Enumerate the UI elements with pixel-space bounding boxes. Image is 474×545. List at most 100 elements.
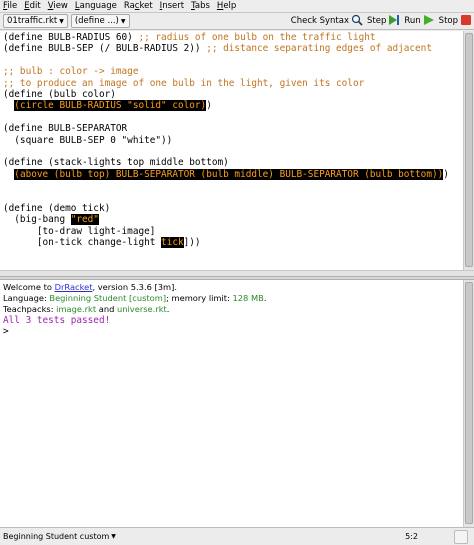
menu-insert[interactable]: Insert	[160, 1, 184, 11]
language-prefix: Language:	[3, 293, 50, 303]
scroll-thumb[interactable]	[465, 33, 473, 267]
code-text: )	[443, 168, 449, 180]
menu-bar: File Edit View Language Racket Insert Tabs Help	[0, 0, 474, 13]
language-name: Beginning Student [custom]	[49, 293, 167, 303]
code-text: (define BULB-SEP (/ BULB-RADIUS 2))	[3, 43, 207, 55]
cursor-position: 5:2	[405, 532, 418, 541]
code-line: (square BULB-SEP 0 "white"))	[3, 135, 463, 146]
code-text: [on-tick change-light	[3, 237, 162, 249]
code-text: (big-bang	[3, 214, 71, 226]
teachpack-image: image.rkt	[56, 304, 97, 314]
scroll-thumb[interactable]	[465, 282, 473, 524]
teachpacks-end: .	[166, 304, 170, 314]
menu-edit[interactable]: Edit	[24, 1, 40, 11]
code-text: [to-draw light-image]	[3, 225, 156, 237]
interactions-vertical-scrollbar[interactable]	[463, 280, 474, 527]
menu-racket[interactable]: Racket	[124, 1, 153, 11]
teachpacks-line: Teachpacks: image.rkt and universe.rkt.	[3, 304, 463, 315]
toolbar: 01traffic.rkt ▼ (define ...) ▼ Check Syn…	[0, 13, 474, 30]
define-selector[interactable]: (define ...) ▼	[70, 14, 130, 28]
step-button[interactable]: Step	[367, 14, 400, 29]
file-name: 01traffic.rkt	[7, 16, 58, 26]
menu-tabs[interactable]: Tabs	[191, 1, 210, 11]
code-line: (circle BULB-RADIUS "solid" color))	[3, 100, 463, 112]
stop-label: Stop	[438, 16, 458, 26]
language-selector[interactable]: Beginning Student custom ▼	[3, 532, 116, 541]
chevron-down-icon: ▼	[120, 17, 126, 25]
repl-prompt[interactable]: >	[3, 326, 463, 337]
code-comment: ;; distance separating edges of adjacent	[206, 43, 432, 55]
status-indicator	[454, 529, 468, 544]
uncovered-code: tick	[161, 237, 184, 249]
language-label: Beginning Student custom	[3, 532, 110, 541]
welcome-prefix: Welcome to	[3, 282, 55, 292]
chevron-down-icon: ▼	[59, 17, 64, 25]
code-line: [on-tick change-light tick]))	[3, 237, 463, 249]
uncovered-code: "red"	[70, 214, 99, 226]
code-text: (define (stack-lights top middle bottom)	[3, 157, 229, 169]
code-line: (define BULB-RADIUS 60) ;; radius of one…	[3, 32, 463, 43]
status-bar: Beginning Student custom ▼ 5:2	[0, 527, 474, 545]
stop-icon	[460, 14, 472, 29]
code-comment: ;; radius of one bulb on the traffic lig…	[138, 32, 376, 43]
definitions-editor[interactable]: (define BULB-RADIUS 60) ;; radius of one…	[0, 31, 463, 270]
code-line: (define (stack-lights top middle bottom)	[3, 157, 463, 168]
code-text: (define (demo tick)	[3, 202, 111, 214]
check-syntax-label: Check Syntax	[290, 16, 349, 26]
code-comment: ;; bulb : color -> image	[3, 66, 139, 78]
welcome-line: Welcome to DrRacket, version 5.3.6 [3m].	[3, 282, 463, 293]
file-selector[interactable]: 01traffic.rkt ▼	[3, 14, 68, 28]
define-label: (define ...)	[74, 16, 119, 26]
run-icon	[423, 14, 435, 29]
code-line: (define (demo tick)	[3, 203, 463, 214]
code-text: (define BULB-SEPARATOR	[3, 123, 128, 135]
uncovered-code: (above (bulb top) BULB-SEPARATOR (bulb m…	[14, 168, 444, 180]
editor-vertical-scrollbar[interactable]	[463, 31, 474, 270]
code-comment: ;; to produce an image of one bulb in th…	[3, 77, 365, 89]
stop-button[interactable]: Stop	[439, 14, 472, 29]
code-line: (define BULB-SEPARATOR	[3, 123, 463, 134]
tests-result: All 3 tests passed!	[3, 315, 111, 326]
menu-help[interactable]: Help	[217, 1, 236, 11]
code-line: [to-draw light-image]	[3, 226, 463, 237]
code-text: ]))	[183, 237, 201, 249]
code-text: (define BULB-RADIUS 60)	[3, 32, 139, 43]
step-label: Step	[367, 16, 387, 26]
check-syntax-button[interactable]: Check Syntax	[291, 14, 363, 29]
language-mid: ; memory limit:	[166, 293, 233, 303]
language-end: .	[263, 293, 267, 303]
code-line: (define (bulb color)	[3, 89, 463, 100]
teachpack-universe: universe.rkt	[116, 304, 167, 314]
code-line: (define BULB-SEP (/ BULB-RADIUS 2)) ;; d…	[3, 43, 463, 54]
menu-file[interactable]: File	[3, 1, 17, 11]
language-line: Language: Beginning Student [custom]; me…	[3, 293, 463, 304]
run-button[interactable]: Run	[404, 14, 434, 29]
uncovered-code: (circle BULB-RADIUS "solid" color)	[14, 100, 207, 112]
teachpacks-and: and	[96, 304, 117, 314]
code-line: ;; bulb : color -> image	[3, 66, 463, 77]
run-label: Run	[404, 16, 421, 26]
code-text: (square BULB-SEP 0 "white"))	[3, 134, 173, 146]
chevron-down-icon: ▼	[111, 533, 116, 540]
menu-view[interactable]: View	[48, 1, 68, 11]
memory-limit: 128 MB	[232, 293, 264, 303]
drracket-link[interactable]: DrRacket	[55, 282, 93, 292]
step-icon	[388, 14, 400, 29]
code-line: (above (bulb top) BULB-SEPARATOR (bulb m…	[3, 168, 463, 180]
teachpacks-prefix: Teachpacks:	[3, 304, 57, 314]
code-line: ;; to produce an image of one bulb in th…	[3, 78, 463, 89]
code-text: (define (bulb color)	[3, 88, 116, 100]
interactions-pane[interactable]: Welcome to DrRacket, version 5.3.6 [3m].…	[0, 280, 463, 527]
menu-language[interactable]: Language	[75, 1, 117, 11]
welcome-suffix: , version 5.3.6 [3m].	[92, 282, 177, 292]
code-line: (big-bang "red"	[3, 214, 463, 226]
magnifier-icon	[351, 14, 363, 29]
code-text: )	[206, 100, 212, 112]
